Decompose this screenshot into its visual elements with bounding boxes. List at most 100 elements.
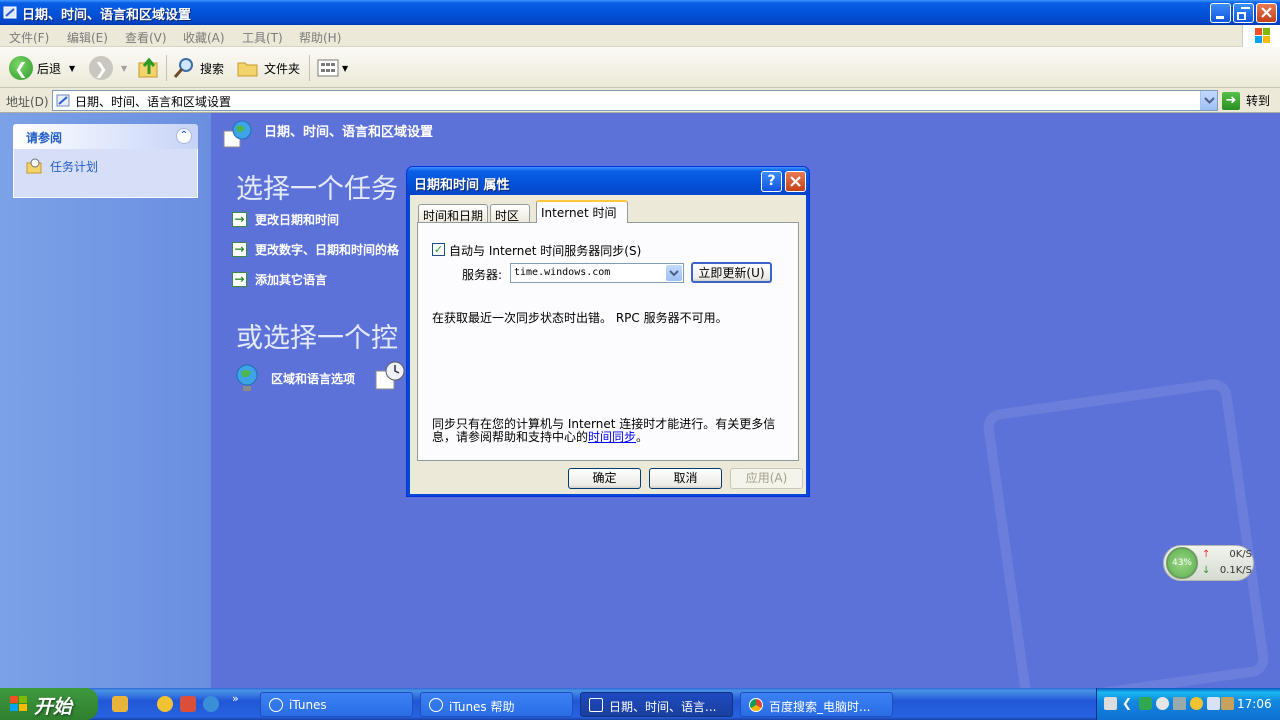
back-dropdown-icon[interactable]: ▼ [69,64,75,73]
close-button[interactable] [1256,3,1277,23]
regional-options-link[interactable]: 区域和语言选项 [233,363,355,393]
quicklaunch-more-icon[interactable]: » [232,692,239,705]
task-add-languages[interactable]: → 添加其它语言 [232,271,327,288]
see-also-panel: 请参阅 ⌃ 任务计划 [13,124,198,198]
task-pane: 请参阅 ⌃ 任务计划 [0,113,211,688]
help-button[interactable]: ? [761,171,782,192]
tab-internet-time[interactable]: Internet 时间 [536,200,628,223]
windows-logo-icon [1242,25,1280,47]
address-label: 地址(D) [6,95,49,109]
apply-button[interactable]: 应用(A) [730,468,803,489]
see-also-body: 任务计划 [13,149,198,198]
clock[interactable]: 17:06 [1237,697,1272,711]
tab-date-time[interactable]: 时间和日期 [418,204,488,223]
windows-flag-icon [10,696,27,711]
control-panel-icon [3,6,17,19]
taskbar-button-baidu[interactable]: 百度搜索_电脑时... [740,692,893,717]
menu-help[interactable]: 帮助(H) [299,29,341,46]
category-title: 日期、时间、语言和区域设置 [264,125,434,140]
menu-tools[interactable]: 工具(T) [242,29,283,46]
minimize-button[interactable] [1210,3,1231,23]
quicklaunch-add-icon[interactable] [157,696,173,712]
search-button[interactable]: 搜索 [172,55,224,81]
close-icon [1261,7,1272,18]
start-button[interactable]: 开始 [0,688,98,720]
update-now-button[interactable]: 立即更新(U) [691,262,772,283]
ie-icon[interactable] [203,696,219,712]
sync-note-end: 。 [636,430,649,444]
search-icon [173,58,193,78]
address-dropdown-button[interactable] [1200,91,1217,110]
task-change-formats[interactable]: → 更改数字、日期和时间的格 [232,241,399,258]
upload-speed: 0K/S [1229,549,1252,560]
forward-button[interactable]: ❯ ▼ [89,55,127,81]
keyboard-icon[interactable] [1104,697,1117,710]
collapse-icon[interactable]: ⌃ [176,128,192,144]
internet-time-page: ✓ 自动与 Internet 时间服务器同步(S) 服务器: time.wind… [417,222,799,461]
time-sync-help-link[interactable]: 时间同步 [588,430,636,444]
shield-icon[interactable] [1139,697,1152,710]
go-label: 转到 [1246,94,1271,108]
taskbar-button-label: 日期、时间、语言... [609,700,717,714]
quicklaunch-tool-icon[interactable] [180,696,196,712]
taskbar: 开始 » iTunes iTunes 帮助 日期、时间、语言... 百度搜索_电… [0,688,1280,720]
download-speed: 0.1K/S [1219,565,1252,576]
quicklaunch-app-icon[interactable] [112,696,128,712]
volume-icon[interactable] [1156,697,1169,710]
views-button[interactable]: ▼ [316,55,348,81]
start-label: 开始 [34,696,73,718]
taskbar-button-label: iTunes [289,698,327,712]
task-label: 添加其它语言 [255,273,328,287]
ok-button[interactable]: 确定 [568,468,641,489]
forward-dropdown-icon[interactable]: ▼ [121,64,127,73]
network-icon[interactable] [1173,697,1186,710]
task-change-date-time[interactable]: → 更改日期和时间 [232,211,339,228]
back-arrow-icon: ❮ [9,56,33,80]
system-tray: ❮ 17:06 [1096,688,1280,720]
tray-expand-icon[interactable]: ❮ [1122,697,1135,710]
menu-view[interactable]: 查看(V) [125,29,167,46]
window-titlebar[interactable]: 日期、时间、语言和区域设置 [0,0,1280,25]
menu-file[interactable]: 文件(F) [9,29,49,46]
taskbar-button-date-time[interactable]: 日期、时间、语言... [580,692,733,717]
tab-time-zone[interactable]: 时区 [490,204,530,223]
folders-icon [237,62,258,77]
menu-favorites[interactable]: 收藏(A) [183,29,225,46]
chevron-down-icon [1204,97,1215,104]
menu-edit[interactable]: 编辑(E) [67,29,108,46]
back-label: 后退 [37,61,62,76]
network-monitor-widget[interactable]: 43% ↑ 0K/S ↓ 0.1K/S [1163,545,1254,581]
views-dropdown-icon: ▼ [342,63,349,73]
server-label: 服务器: [462,268,503,282]
server-dropdown-button[interactable] [666,265,682,281]
task-label: 更改数字、日期和时间的格 [255,243,400,257]
go-button[interactable]: ➜ 转到 [1222,90,1270,111]
usb-icon[interactable] [1221,697,1234,710]
sidebar-item-scheduled-tasks[interactable]: 任务计划 [50,158,98,175]
sync-status-text: 在获取最近一次同步状态时出错。 RPC 服务器不可用。 [432,311,728,325]
auto-sync-checkbox[interactable]: ✓ [432,243,445,256]
help-icon: ? [767,173,776,189]
tray-app-icon[interactable] [1190,697,1203,710]
taskbar-button-itunes-help[interactable]: iTunes 帮助 [420,692,573,717]
control-panel-icon [56,94,70,107]
taskbar-button-itunes[interactable]: iTunes [260,692,413,717]
dialog-title: 日期和时间 属性 [414,178,510,193]
see-also-header[interactable]: 请参阅 ⌃ [13,124,198,149]
restore-button[interactable] [1233,3,1254,23]
up-folder-button[interactable] [137,55,161,81]
print-icon[interactable] [1207,697,1220,710]
regional-options-label: 区域和语言选项 [271,371,356,386]
dialog-close-button[interactable] [785,171,806,192]
address-input[interactable]: 日期、时间、语言和区域设置 [52,90,1218,111]
or-pick-heading: 或选择一个控 [236,323,398,354]
auto-sync-label[interactable]: 自动与 Internet 时间服务器同步(S) [449,242,641,259]
date-time-icon[interactable] [375,361,405,391]
cancel-button[interactable]: 取消 [649,468,722,489]
upload-arrow-icon: ↑ [1202,549,1211,560]
back-button[interactable]: ❮ 后退 ▼ [9,55,75,81]
server-combobox[interactable]: time.windows.com [510,263,684,283]
task-label: 更改日期和时间 [255,213,340,227]
dialog-titlebar[interactable]: 日期和时间 属性 ? [407,167,809,195]
folders-button[interactable]: 文件夹 [236,55,300,81]
